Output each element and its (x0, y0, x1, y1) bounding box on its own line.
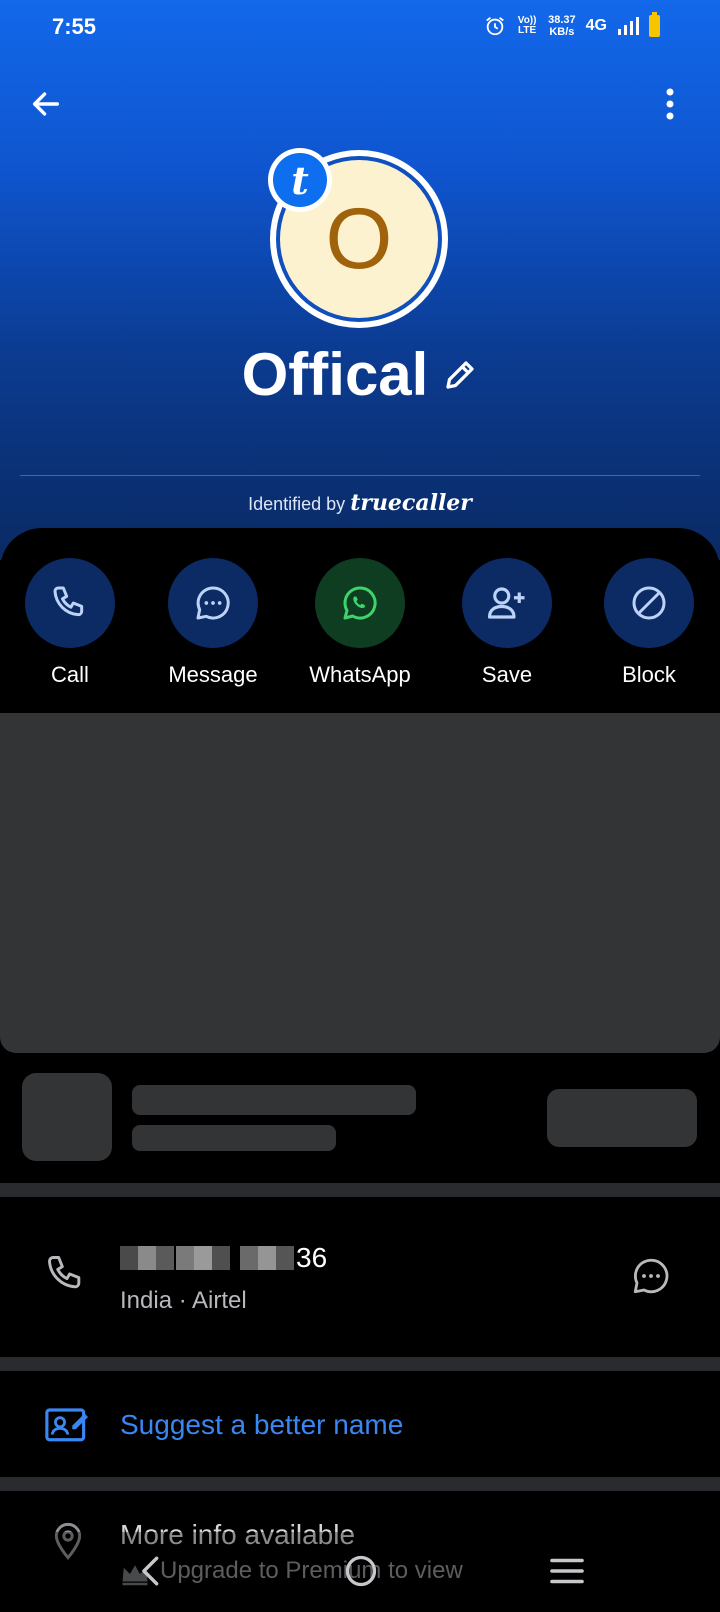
identified-label: Identified by (248, 494, 346, 514)
block-action[interactable]: Block (584, 558, 714, 688)
message-action[interactable]: Message (148, 558, 278, 688)
call-action[interactable]: Call (5, 558, 135, 688)
loading-skeleton (0, 1053, 720, 1183)
save-button[interactable] (462, 558, 552, 648)
arrow-left-icon (32, 92, 60, 116)
circle-home-icon (345, 1555, 377, 1587)
whatsapp-button[interactable] (315, 558, 405, 648)
truecaller-brand: truecaller (350, 490, 472, 516)
status-icons: Vo)) LTE 38.37 KB/s 4G (484, 12, 660, 38)
speed-value: 38.37 (548, 14, 576, 26)
skeleton-line (132, 1085, 416, 1115)
block-label: Block (622, 662, 676, 687)
suggest-name-row[interactable]: Suggest a better name (0, 1371, 720, 1477)
network-type: 4G (585, 17, 607, 34)
phone-icon (48, 1256, 81, 1289)
nav-back-button[interactable] (126, 1546, 176, 1596)
section-divider (0, 1183, 720, 1197)
menu-lines-icon (550, 1558, 584, 1584)
whatsapp-action[interactable]: WhatsApp (295, 558, 425, 688)
skeleton-line (132, 1125, 336, 1151)
section-divider (0, 1477, 720, 1491)
name-row: Offical (0, 340, 720, 409)
section-divider (0, 1357, 720, 1371)
message-label: Message (168, 662, 258, 687)
contact-name: Offical (241, 341, 429, 408)
block-icon (632, 586, 666, 620)
status-time: 7:55 (52, 14, 97, 39)
edit-pencil-icon[interactable] (442, 357, 478, 393)
suggest-name-label: Suggest a better name (120, 1409, 404, 1440)
message-icon[interactable] (630, 1255, 672, 1297)
header-divider (20, 475, 700, 476)
whatsapp-icon (343, 586, 377, 620)
speed-unit: KB/s (549, 26, 575, 38)
chat-bubble-icon (196, 586, 230, 620)
nav-home-button[interactable] (336, 1546, 386, 1596)
status-bar: 7:55 Vo)) LTE 38.37 KB/s 4G (0, 0, 720, 58)
volte-indicator: Vo)) LTE (517, 15, 537, 36)
alarm-icon (486, 17, 504, 36)
call-label: Call (51, 662, 89, 687)
save-action[interactable]: Save (442, 558, 572, 688)
edit-contact-card-icon (45, 1408, 88, 1442)
phone-icon (53, 586, 84, 617)
signal-icon (618, 17, 639, 35)
ad-placeholder (0, 713, 720, 1053)
skeleton-button (547, 1089, 697, 1147)
whatsapp-label: WhatsApp (309, 662, 411, 687)
network-speed: 38.37 KB/s (548, 14, 576, 38)
battery-icon (649, 12, 660, 37)
more-options-button[interactable] (658, 86, 682, 122)
call-button[interactable] (25, 558, 115, 648)
phone-number-suffix: 36 (296, 1242, 328, 1273)
action-bar: Call Message WhatsApp Save Block (0, 528, 720, 713)
phone-number: 36 (120, 1242, 327, 1274)
truecaller-logo-icon: t (273, 153, 327, 207)
truecaller-badge: t (268, 148, 332, 212)
add-contact-icon (487, 587, 525, 619)
message-button[interactable] (168, 558, 258, 648)
save-label: Save (481, 662, 533, 687)
more-vertical-icon (666, 88, 674, 120)
back-button[interactable] (26, 84, 66, 124)
carrier-info: India · Airtel (120, 1287, 247, 1314)
identified-by: Identified by truecaller (0, 490, 720, 516)
skeleton-image (22, 1073, 112, 1161)
masked-digits (120, 1246, 294, 1270)
chevron-left-icon (142, 1556, 159, 1586)
system-navigation-bar (0, 1532, 720, 1612)
nav-recents-button[interactable] (542, 1546, 592, 1596)
block-button[interactable] (604, 558, 694, 648)
phone-number-row[interactable]: 36 India · Airtel (0, 1197, 720, 1357)
